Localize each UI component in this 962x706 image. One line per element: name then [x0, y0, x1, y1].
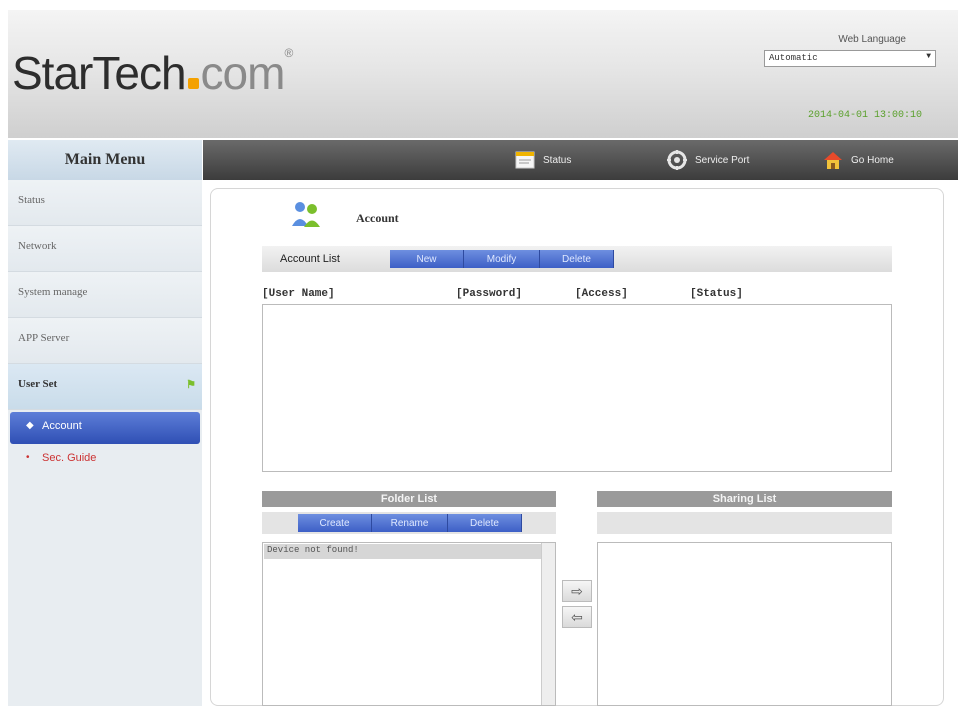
column-user-name: [User Name] [262, 288, 335, 300]
home-icon [821, 148, 845, 172]
bullet-icon: ◆ [26, 420, 34, 431]
folder-list-header: Folder List [262, 491, 556, 507]
header: StarTech com® Web Language Automatic ▼ 20… [8, 10, 958, 138]
move-left-button[interactable]: ⇦ [562, 606, 592, 628]
logo-dot [187, 78, 199, 89]
logo-suffix: com [200, 47, 286, 99]
account-list-label: Account List [280, 253, 340, 265]
list-item[interactable]: Device not found! [264, 544, 554, 559]
service-port-icon [665, 148, 689, 172]
account-list-toolbar: Account List New Modify Delete [262, 246, 892, 272]
rename-button[interactable]: Rename [372, 514, 448, 532]
nav-service-port[interactable]: Service Port [665, 147, 749, 173]
nav-status[interactable]: Status [513, 147, 571, 173]
sharing-list-header: Sharing List [597, 491, 892, 507]
sidebar-item-system-manage[interactable]: System manage [8, 272, 202, 318]
users-icon [290, 200, 322, 228]
sidebar-item-status[interactable]: Status [8, 180, 202, 226]
bullet-icon: • [26, 452, 30, 463]
account-list-box[interactable] [262, 304, 892, 472]
nav-status-label: Status [543, 154, 572, 166]
language-select-value: Automatic [769, 53, 818, 63]
folder-list-toolbar: Create Rename Delete [262, 512, 556, 534]
delete-button[interactable]: Delete [540, 250, 614, 268]
dropdown-arrow-icon: ▼ [926, 52, 931, 61]
flag-icon: ⚑ [186, 379, 196, 391]
scrollbar[interactable] [541, 543, 555, 705]
column-status: [Status] [690, 288, 743, 300]
folder-button-group: Create Rename Delete [298, 514, 522, 532]
top-nav-bar: Status Service Port Go Home [203, 140, 958, 180]
sidebar-subitem-account[interactable]: ◆ Account [10, 412, 200, 444]
new-button[interactable]: New [390, 250, 464, 268]
sidebar-subitem-account-label: Account [42, 420, 82, 432]
sharing-list-box[interactable] [597, 542, 892, 706]
sidebar-item-network[interactable]: Network [8, 226, 202, 272]
status-icon [513, 148, 537, 172]
page-title: Account [356, 211, 399, 225]
account-button-group: New Modify Delete [390, 250, 614, 268]
create-button[interactable]: Create [298, 514, 372, 532]
modify-button[interactable]: Modify [464, 250, 540, 268]
nav-go-home[interactable]: Go Home [821, 147, 894, 173]
sidebar-subitem-sec-guide-label: Sec. Guide [42, 452, 97, 464]
sidebar-subitem-sec-guide[interactable]: • Sec. Guide [10, 444, 200, 476]
language-select[interactable]: Automatic ▼ [764, 50, 936, 67]
sidebar: Main Menu Status Network System manage A… [8, 140, 202, 706]
nav-service-port-label: Service Port [695, 154, 750, 166]
logo-registered-mark: ® [284, 46, 293, 60]
sidebar-item-user-set[interactable]: User Set ⚑ [8, 364, 202, 410]
main-menu-title: Main Menu [8, 140, 202, 180]
logo-text: StarTech [12, 47, 187, 99]
move-right-button[interactable]: ⇨ [562, 580, 592, 602]
sharing-list-toolbar [597, 512, 892, 534]
nav-go-home-label: Go Home [851, 154, 894, 166]
sidebar-item-user-set-label: User Set [18, 378, 58, 390]
folder-delete-button[interactable]: Delete [448, 514, 522, 532]
datetime-display: 2014-04-01 13:00:10 [807, 110, 922, 121]
sidebar-item-app-server[interactable]: APP Server [8, 318, 202, 364]
startech-logo[interactable]: StarTech com® [12, 46, 293, 100]
language-label: Web Language [838, 34, 906, 45]
column-password: [Password] [456, 288, 523, 300]
column-access: [Access] [575, 288, 628, 300]
folder-list-box[interactable]: Device not found! [262, 542, 556, 706]
